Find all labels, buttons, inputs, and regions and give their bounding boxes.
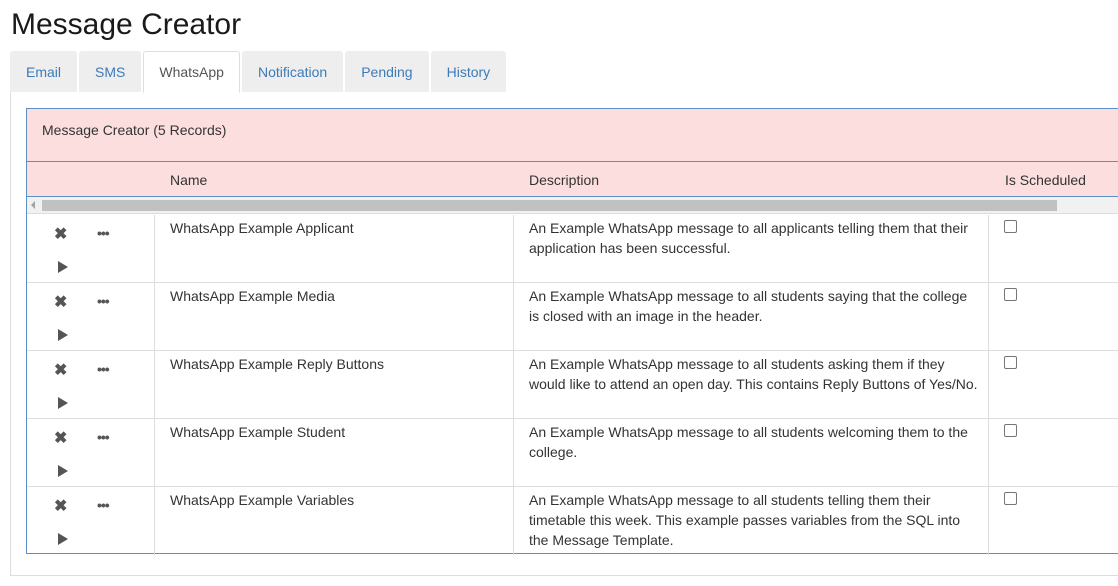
play-icon[interactable] (58, 533, 68, 545)
row-description: An Example WhatsApp message to all stude… (529, 492, 961, 548)
cell-divider (154, 419, 155, 487)
cell-divider (513, 487, 514, 555)
page-title: Message Creator (11, 8, 242, 41)
play-icon[interactable] (58, 397, 68, 409)
is-scheduled-checkbox[interactable] (1004, 492, 1017, 505)
row-description: An Example WhatsApp message to all stude… (529, 424, 968, 460)
column-header-description[interactable]: Description (529, 172, 599, 188)
cell-divider (154, 487, 155, 555)
is-scheduled-checkbox[interactable] (1004, 220, 1017, 233)
row-name: WhatsApp Example Student (170, 424, 346, 440)
tab-email[interactable]: Email (10, 51, 78, 92)
close-icon[interactable]: ✖ (54, 294, 67, 312)
panel-heading: Message Creator (5 Records) (27, 109, 1118, 162)
row-name: WhatsApp Example Reply Buttons (170, 356, 384, 372)
close-icon[interactable]: ✖ (54, 430, 67, 448)
cell-divider (154, 283, 155, 351)
table-row[interactable]: ✖ ••• WhatsApp Example Variables An Example… (27, 487, 1118, 555)
is-scheduled-checkbox[interactable] (1004, 356, 1017, 369)
tab-pending[interactable]: Pending (345, 51, 429, 92)
cell-divider (988, 487, 989, 555)
ellipsis-icon[interactable]: ••• (97, 224, 110, 242)
table-row[interactable]: ✖ ••• WhatsApp Example Applicant An Example… (27, 215, 1118, 283)
play-icon[interactable] (58, 261, 68, 273)
tab-bar: Email SMS WhatsApp Notification Pending … (10, 51, 508, 93)
column-header-name[interactable]: Name (170, 172, 207, 188)
row-name: WhatsApp Example Applicant (170, 220, 354, 236)
tab-whatsapp[interactable]: WhatsApp (143, 51, 240, 93)
message-creator-panel: Message Creator (5 Records) Name Descrip… (26, 108, 1118, 555)
cell-divider (988, 215, 989, 283)
cell-divider (513, 215, 514, 283)
tab-notification[interactable]: Notification (241, 51, 344, 92)
ellipsis-icon[interactable]: ••• (97, 292, 110, 310)
row-name: WhatsApp Example Media (170, 288, 335, 304)
cell-divider (988, 351, 989, 419)
row-description: An Example WhatsApp message to all stude… (529, 356, 978, 392)
ellipsis-icon[interactable]: ••• (97, 428, 110, 446)
play-icon[interactable] (58, 465, 68, 477)
horizontal-scrollbar[interactable] (27, 197, 1118, 214)
ellipsis-icon[interactable]: ••• (97, 360, 110, 378)
table-header: Name Description Is Scheduled (27, 162, 1118, 197)
cell-divider (154, 351, 155, 419)
tab-history[interactable]: History (430, 51, 507, 92)
cell-divider (988, 419, 989, 487)
panel-title: Message Creator (5 Records) (42, 122, 227, 138)
is-scheduled-checkbox[interactable] (1004, 288, 1017, 301)
is-scheduled-checkbox[interactable] (1004, 424, 1017, 437)
scroll-thumb[interactable] (42, 200, 1057, 211)
column-header-is-scheduled[interactable]: Is Scheduled (1005, 172, 1086, 188)
table-row[interactable]: ✖ ••• WhatsApp Example Media An Example Wha… (27, 283, 1118, 351)
row-name: WhatsApp Example Variables (170, 492, 355, 508)
table-row[interactable]: ✖ ••• WhatsApp Example Reply Buttons An Exa… (27, 351, 1118, 419)
cell-divider (513, 283, 514, 351)
close-icon[interactable]: ✖ (54, 226, 67, 244)
table-body: ✖ ••• WhatsApp Example Applicant An Example… (27, 215, 1118, 555)
cell-divider (988, 283, 989, 351)
row-description: An Example WhatsApp message to all appli… (529, 220, 968, 256)
ellipsis-icon[interactable]: ••• (97, 496, 110, 514)
cell-divider (513, 419, 514, 487)
close-icon[interactable]: ✖ (54, 498, 67, 516)
close-icon[interactable]: ✖ (54, 362, 67, 380)
cell-divider (154, 215, 155, 283)
row-description: An Example WhatsApp message to all stude… (529, 288, 968, 324)
scroll-left-icon[interactable] (31, 201, 35, 209)
play-icon[interactable] (58, 329, 68, 341)
cell-divider (513, 351, 514, 419)
table-row[interactable]: ✖ ••• WhatsApp Example Student An Example W… (27, 419, 1118, 487)
tab-sms[interactable]: SMS (79, 51, 142, 92)
